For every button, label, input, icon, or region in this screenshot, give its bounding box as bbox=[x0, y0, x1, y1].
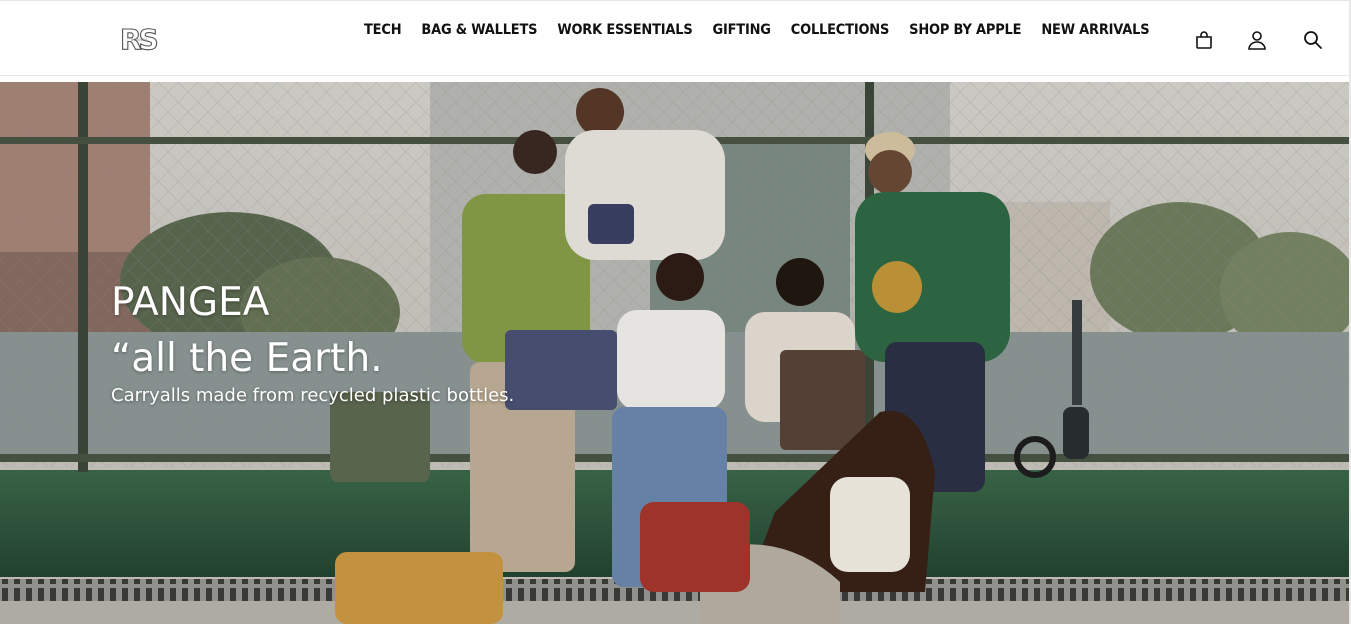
shopping-bag-icon[interactable] bbox=[1193, 29, 1215, 51]
nav-item-collections[interactable]: COLLECTIONS bbox=[791, 20, 890, 42]
hero-banner[interactable]: PANGEA “all the Earth. Carryalls made fr… bbox=[0, 82, 1349, 624]
hero-subtitle: “all the Earth. bbox=[111, 336, 383, 381]
nav-item-tech[interactable]: TECH bbox=[364, 20, 402, 42]
nav-item-shop-by-apple[interactable]: SHOP BY APPLE bbox=[909, 20, 1021, 42]
main-nav: TECH BAG & WALLETS WORK ESSENTIALS GIFTI… bbox=[364, 21, 1169, 41]
site-header: RS BRANDS TECH BAG & WALLETS WORK ESSENT… bbox=[0, 0, 1351, 76]
nav-item-new-arrivals[interactable]: NEW ARRIVALS bbox=[1041, 20, 1149, 42]
brand-logo[interactable]: RS BRANDS bbox=[119, 22, 171, 56]
account-icon[interactable] bbox=[1246, 29, 1268, 51]
nav-item-work-essentials[interactable]: WORK ESSENTIALS bbox=[557, 20, 692, 42]
nav-item-bag-wallets[interactable]: BAG & WALLETS bbox=[421, 20, 537, 42]
hero-title: PANGEA bbox=[111, 280, 270, 325]
nav-item-gifting[interactable]: GIFTING bbox=[713, 20, 771, 42]
search-icon[interactable] bbox=[1302, 29, 1324, 51]
hero-text-block: PANGEA “all the Earth. Carryalls made fr… bbox=[111, 280, 514, 408]
hero-caption: Carryalls made from recycled plastic bot… bbox=[111, 385, 515, 406]
svg-text:BRANDS: BRANDS bbox=[131, 38, 148, 42]
